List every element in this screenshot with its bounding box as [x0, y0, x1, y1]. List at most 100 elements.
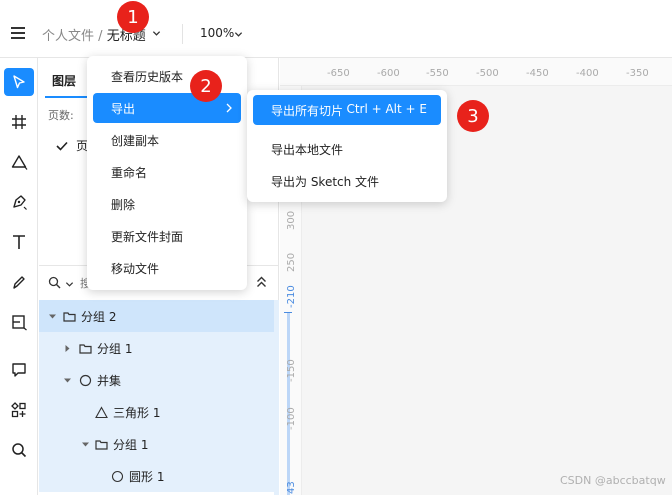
- menu-item-label: 移动文件: [111, 262, 160, 276]
- menu-item-export[interactable]: 导出: [93, 93, 241, 123]
- ruler-tick: -210: [286, 285, 297, 308]
- hamburger-menu-icon[interactable]: [11, 27, 25, 39]
- triangle-icon: [95, 406, 108, 419]
- layer-row[interactable]: 分组 1: [39, 332, 274, 364]
- components-tool-button[interactable]: [4, 396, 34, 424]
- shortcut-label: Ctrl + Alt + E: [346, 102, 427, 116]
- check-icon: [56, 141, 68, 151]
- shape-tool-button[interactable]: [4, 148, 34, 176]
- text-tool-button[interactable]: [4, 228, 34, 256]
- layer-row[interactable]: 分组 1: [39, 428, 274, 460]
- divider: [182, 24, 183, 44]
- submenu-item-label: 导出为 Sketch 文件: [271, 175, 380, 189]
- pencil-icon: [13, 276, 25, 289]
- frame-icon: [12, 115, 26, 129]
- caret-down-icon[interactable]: [63, 376, 72, 385]
- breadcrumb-separator: /: [98, 29, 103, 44]
- menu-item-label: 删除: [111, 198, 136, 212]
- chevron-down-icon[interactable]: [152, 29, 161, 38]
- layer-label: 分组 2: [81, 310, 117, 324]
- ruler-tick: -650: [327, 68, 350, 79]
- folder-icon: [63, 312, 76, 322]
- layer-label: 分组 1: [97, 342, 133, 356]
- menu-item-label: 重命名: [111, 166, 148, 180]
- layer-label: 分组 1: [113, 438, 149, 452]
- caret-down-icon[interactable]: [48, 312, 57, 321]
- folder-icon: [79, 344, 92, 354]
- menu-item-rename[interactable]: 重命名: [93, 157, 241, 187]
- slice-tool-button[interactable]: [4, 308, 34, 336]
- submenu-item-export-sketch[interactable]: 导出为 Sketch 文件: [253, 166, 441, 196]
- chevron-right-icon: [226, 103, 232, 113]
- pages-label: 页数:: [48, 109, 74, 122]
- layer-row[interactable]: 并集: [39, 364, 274, 396]
- pen-tool-button[interactable]: [4, 188, 34, 216]
- ruler-tick: -150: [286, 359, 297, 382]
- layer-row[interactable]: 三角形 1: [39, 396, 274, 428]
- comment-icon: [12, 363, 26, 377]
- menu-item-label: 导出: [111, 102, 136, 116]
- ruler-selection: [287, 312, 290, 495]
- slice-icon: [12, 315, 27, 331]
- submenu-item-label: 导出本地文件: [271, 143, 344, 157]
- step-badge-1: 1: [117, 1, 149, 33]
- menu-item-move-file[interactable]: 移动文件: [93, 253, 241, 283]
- tab-indicator: [45, 96, 87, 98]
- ruler-tick: 250: [286, 252, 297, 272]
- search-icon[interactable]: [48, 276, 61, 289]
- layer-row[interactable]: 分组 2: [39, 300, 274, 332]
- layer-label: 圆形 1: [129, 470, 165, 484]
- frame-tool-button[interactable]: [4, 108, 34, 136]
- ruler-tick: -500: [476, 68, 499, 79]
- layer-label: 并集: [97, 374, 122, 388]
- submenu-item-export-slices[interactable]: 导出所有切片 Ctrl + Alt + E: [253, 95, 441, 125]
- pencil-tool-button[interactable]: [4, 268, 34, 296]
- circle-icon: [111, 470, 124, 483]
- menu-item-label: 更新文件封面: [111, 230, 184, 244]
- folder-icon: [95, 440, 108, 450]
- search-tool-button[interactable]: [4, 436, 34, 464]
- breadcrumb-parent[interactable]: 个人文件: [42, 29, 94, 44]
- shape-icon: [11, 155, 28, 170]
- ruler-tick: -600: [377, 68, 400, 79]
- ruler-tick: -550: [426, 68, 449, 79]
- layer-label: 三角形 1: [113, 406, 161, 420]
- ruler-tick: -100: [286, 407, 297, 430]
- tool-bar: [0, 58, 38, 495]
- zoom-level[interactable]: 100%: [200, 26, 234, 40]
- ruler-tick: -450: [526, 68, 549, 79]
- tab-layers[interactable]: 图层: [52, 72, 76, 89]
- pen-icon: [13, 195, 27, 210]
- file-menu: 查看历史版本 导出 创建副本 重命名 删除 更新文件封面 移动文件: [87, 56, 247, 290]
- ruler-tick: -400: [576, 68, 599, 79]
- ruler-selection-marker: [284, 312, 292, 313]
- layer-row[interactable]: 圆形 1: [39, 460, 274, 492]
- submenu-item-label: 导出所有切片: [271, 104, 344, 118]
- menu-item-duplicate[interactable]: 创建副本: [93, 125, 241, 155]
- ruler-tick: 300: [286, 210, 297, 230]
- chevron-down-icon[interactable]: [65, 280, 74, 289]
- union-icon: [79, 374, 92, 387]
- menu-item-update-cover[interactable]: 更新文件封面: [93, 221, 241, 251]
- collapse-all-icon[interactable]: [256, 276, 267, 288]
- selection-strip: [274, 300, 279, 495]
- ruler-tick: 43: [286, 481, 297, 494]
- menu-item-label: 查看历史版本: [111, 70, 184, 84]
- step-badge-2: 2: [190, 70, 222, 102]
- watermark: CSDN @abccbatqw: [560, 474, 666, 487]
- components-icon: [11, 402, 26, 418]
- caret-right-icon[interactable]: [63, 344, 72, 353]
- ruler-tick: -350: [626, 68, 649, 79]
- move-icon: [13, 75, 25, 89]
- search-icon: [12, 443, 27, 458]
- export-submenu: 导出所有切片 Ctrl + Alt + E 导出本地文件 导出为 Sketch …: [247, 90, 447, 202]
- text-icon: [13, 235, 25, 249]
- step-badge-3: 3: [457, 100, 489, 132]
- menu-item-label: 创建副本: [111, 134, 160, 148]
- submenu-item-export-local[interactable]: 导出本地文件: [253, 134, 441, 164]
- move-tool-button[interactable]: [4, 68, 34, 96]
- chevron-down-icon[interactable]: [234, 30, 243, 39]
- caret-down-icon[interactable]: [81, 440, 90, 449]
- menu-item-delete[interactable]: 删除: [93, 189, 241, 219]
- comment-tool-button[interactable]: [4, 356, 34, 384]
